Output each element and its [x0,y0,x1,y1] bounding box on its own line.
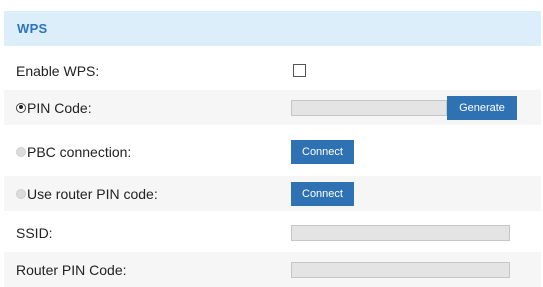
router-pin-control: Connect [291,176,354,211]
wps-panel: WPS Enable WPS: PIN Code: Generate PBC c… [0,0,543,287]
section-title: WPS [17,21,48,36]
router-pin-label: Use router PIN code: [27,185,158,202]
pin-code-input[interactable] [291,99,447,116]
router-pin-code-control [291,252,510,287]
router-pin-code-label: Router PIN Code: [16,261,127,278]
row-router-pin-code: Router PIN Code: [4,252,541,287]
enable-wps-control [291,53,306,88]
pbc-label: PBC connection: [27,143,132,160]
generate-button[interactable]: Generate [447,95,517,120]
pbc-radio[interactable] [16,146,26,157]
row-pin-code: PIN Code: Generate [4,90,541,125]
row-ssid: SSID: [4,215,541,250]
section-header: WPS [4,11,541,46]
pin-code-radio[interactable] [16,102,26,113]
pin-code-option[interactable]: PIN Code: [16,100,92,116]
pin-code-control: Generate [291,90,517,125]
pin-code-label: PIN Code: [27,99,92,116]
ssid-control [291,215,510,250]
enable-wps-checkbox[interactable] [293,64,306,77]
enable-wps-label: Enable WPS: [16,62,100,79]
row-enable-wps: Enable WPS: [4,53,541,88]
pbc-control: Connect [291,134,354,169]
router-pin-radio[interactable] [16,188,26,199]
row-pbc: PBC connection: Connect [4,134,541,169]
pbc-connect-button[interactable]: Connect [291,139,354,164]
router-pin-option[interactable]: Use router PIN code: [16,186,158,202]
ssid-input[interactable] [291,224,510,241]
router-pin-connect-button[interactable]: Connect [291,181,354,206]
ssid-label: SSID: [16,224,53,241]
pbc-option[interactable]: PBC connection: [16,144,131,160]
router-pin-code-input[interactable] [291,261,510,278]
row-router-pin: Use router PIN code: Connect [4,176,541,211]
